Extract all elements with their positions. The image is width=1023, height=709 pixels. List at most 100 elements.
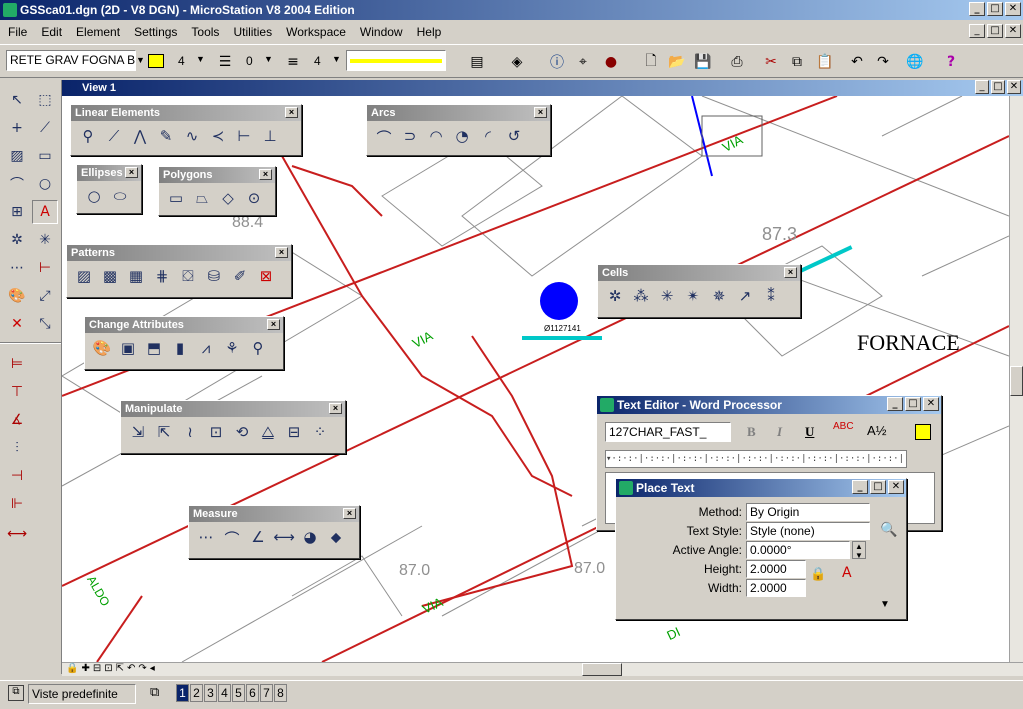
te-close-button[interactable]: ✕ bbox=[923, 397, 939, 411]
height-input[interactable]: 2.0000 bbox=[746, 560, 806, 578]
construct-icon[interactable]: ⊥ bbox=[259, 127, 281, 145]
angle-spinner[interactable]: ▲ ▼ bbox=[852, 541, 866, 560]
view-controls-icon[interactable]: 🔒✚⊟⊡⇱↶↷◂ bbox=[66, 663, 158, 674]
select-cell-icon[interactable]: ✳ bbox=[656, 287, 678, 305]
accudraw-icon[interactable]: + bbox=[4, 116, 30, 140]
delete-icon[interactable]: ✕ bbox=[4, 312, 30, 336]
measure-radius-icon[interactable]: ⌒ bbox=[221, 528, 243, 549]
dim-element-icon[interactable]: ⊣ bbox=[4, 464, 30, 488]
info-icon[interactable]: ⓘ bbox=[546, 51, 568, 73]
close-button[interactable]: ✕ bbox=[1005, 2, 1021, 16]
menu-settings[interactable]: Settings bbox=[134, 25, 177, 39]
palette-close-icon[interactable]: × bbox=[343, 508, 356, 519]
change-attributes-icon[interactable]: 🎨 bbox=[91, 339, 113, 357]
open-file-icon[interactable]: 📂 bbox=[666, 51, 688, 73]
pt-maximize-button[interactable]: □ bbox=[870, 480, 886, 494]
select-element-icon[interactable]: ↖ bbox=[4, 88, 30, 112]
fence-icon[interactable]: ⬚ bbox=[32, 88, 58, 112]
view-button-7[interactable]: 7 bbox=[260, 684, 273, 702]
level-select[interactable]: RETE GRAV FOGNA B bbox=[6, 50, 136, 71]
drop-cell-icon[interactable]: ⁑ bbox=[760, 287, 782, 305]
dim-size-icon[interactable]: ⟷ bbox=[4, 522, 30, 546]
identify-cell-icon[interactable]: ✵ bbox=[708, 287, 730, 305]
palette-close-icon[interactable]: × bbox=[125, 167, 138, 178]
move-element-icon[interactable]: ⇱ bbox=[153, 423, 175, 441]
level-manager-icon[interactable]: ◈ bbox=[506, 51, 528, 73]
shape-icon[interactable]: ⏢ bbox=[191, 189, 213, 207]
text-color-swatch[interactable] bbox=[915, 424, 931, 440]
color-dropdown-icon[interactable]: ▼ bbox=[196, 54, 205, 64]
measure-area-icon[interactable]: ◕ bbox=[299, 528, 321, 549]
level-dropdown-icon[interactable]: ▼ bbox=[136, 50, 146, 71]
view-set-select[interactable]: Viste predefinite bbox=[28, 684, 136, 704]
globe-icon[interactable]: 🌐 bbox=[904, 51, 926, 73]
place-line-icon[interactable]: ⟋ bbox=[32, 116, 58, 140]
line-icon[interactable]: ⟋ bbox=[103, 127, 125, 145]
text-style-select[interactable]: Style (none) bbox=[746, 522, 870, 540]
align-edges-icon[interactable]: ⊟ bbox=[283, 423, 305, 441]
arc-icon[interactable]: ⌒ bbox=[373, 127, 395, 148]
modify-arc-axis-icon[interactable]: ↺ bbox=[503, 127, 525, 148]
view-button-4[interactable]: 4 bbox=[218, 684, 231, 702]
doc-maximize-button[interactable]: □ bbox=[987, 24, 1003, 38]
view-maximize-button[interactable]: □ bbox=[991, 80, 1005, 94]
view-control-bar[interactable]: 🔒✚⊟⊡⇱↶↷◂ bbox=[62, 662, 1023, 676]
match-pattern-icon[interactable]: ⛁ bbox=[203, 267, 225, 285]
menu-workspace[interactable]: Workspace bbox=[286, 25, 346, 39]
style-dropdown-icon[interactable]: ▼ bbox=[264, 54, 273, 64]
menu-file[interactable]: File bbox=[8, 25, 27, 39]
change-attribute-icon[interactable]: ⩘ bbox=[195, 339, 217, 357]
pattern-area-icon[interactable]: ▦ bbox=[125, 267, 147, 285]
dimension-icon[interactable]: ⊢ bbox=[32, 256, 58, 280]
method-select[interactable]: By Origin bbox=[746, 503, 870, 521]
replace-cell-icon[interactable]: ↗ bbox=[734, 287, 756, 305]
define-origin-icon[interactable]: ✴ bbox=[682, 287, 704, 305]
quarter-ellipse-icon[interactable]: ◠ bbox=[425, 127, 447, 148]
dim-chain-icon[interactable]: ⊩ bbox=[4, 492, 30, 516]
palette-close-icon[interactable]: × bbox=[259, 169, 272, 180]
doc-minimize-button[interactable]: _ bbox=[969, 24, 985, 38]
place-matrix-icon[interactable]: ⁂ bbox=[630, 287, 652, 305]
vertical-scrollbar[interactable] bbox=[1009, 96, 1023, 662]
italic-button[interactable]: I bbox=[777, 424, 782, 440]
scroll-thumb[interactable] bbox=[1010, 366, 1023, 396]
point-icon[interactable]: ✲ bbox=[4, 228, 30, 252]
rotate-icon[interactable]: ⟲ bbox=[231, 423, 253, 441]
dim-angle-icon[interactable]: ∡ bbox=[4, 408, 30, 432]
fraction-button[interactable]: A½ bbox=[867, 423, 887, 438]
te-maximize-button[interactable]: □ bbox=[905, 397, 921, 411]
linear-pattern-icon[interactable]: ⋕ bbox=[151, 267, 173, 285]
orthogonal-shape-icon[interactable]: ◇ bbox=[217, 189, 239, 207]
text-attributes-icon[interactable]: A bbox=[842, 565, 852, 581]
view-button-1[interactable]: 1 bbox=[176, 684, 189, 702]
palette-close-icon[interactable]: × bbox=[275, 247, 288, 258]
minimize-button[interactable]: _ bbox=[969, 2, 985, 16]
measure-length-icon[interactable]: ⟷ bbox=[273, 528, 295, 549]
spell-check-button[interactable]: ABC bbox=[833, 421, 854, 432]
view-button-5[interactable]: 5 bbox=[232, 684, 245, 702]
print-icon[interactable]: ⎙ bbox=[726, 51, 748, 73]
half-ellipse-icon[interactable]: ⊃ bbox=[399, 127, 421, 148]
maximize-button[interactable]: □ bbox=[987, 2, 1003, 16]
crosshatch-icon[interactable]: ▩ bbox=[99, 267, 121, 285]
dim-linear-icon[interactable]: ⊨ bbox=[4, 352, 30, 376]
saved-views-icon[interactable]: ⧉ bbox=[8, 685, 24, 701]
cut-icon[interactable]: ✂ bbox=[760, 51, 782, 73]
place-cell-icon[interactable]: ✲ bbox=[604, 287, 626, 305]
measure-volume-icon[interactable]: ⬥ bbox=[325, 528, 347, 549]
change-multiline-icon[interactable]: ▮ bbox=[169, 339, 191, 357]
manipulate-icon[interactable]: ⤡ bbox=[32, 312, 58, 336]
pt-close-button[interactable]: ✕ bbox=[888, 480, 904, 494]
hatch-icon[interactable]: ▨ bbox=[73, 267, 95, 285]
underline-button[interactable]: U bbox=[805, 424, 814, 440]
measure-icon[interactable]: ⋯ bbox=[4, 256, 30, 280]
curve-icon[interactable]: ∿ bbox=[181, 127, 203, 145]
modify-icon[interactable]: ⤢ bbox=[32, 284, 58, 308]
measure-angle-icon[interactable]: ∠ bbox=[247, 528, 269, 549]
modify-arc-angle-icon[interactable]: ◜ bbox=[477, 127, 499, 148]
block-icon[interactable]: ▭ bbox=[165, 189, 187, 207]
place-block-icon[interactable]: ▭ bbox=[32, 144, 58, 168]
dim-ordinate-icon[interactable]: ⫶ bbox=[4, 436, 30, 460]
expand-dialog-icon[interactable]: ▼ bbox=[880, 599, 890, 610]
circle-icon[interactable]: ○ bbox=[32, 172, 58, 196]
